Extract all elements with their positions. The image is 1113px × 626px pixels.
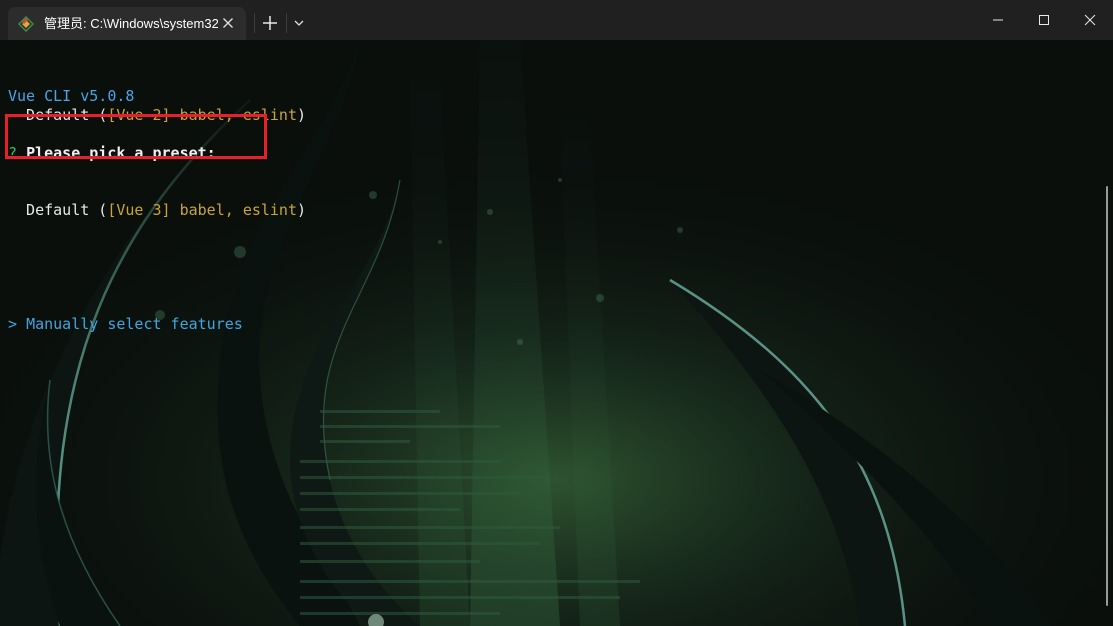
preset-option-vue3[interactable]: Default ([Vue 3] babel, eslint) <box>8 201 306 220</box>
scrollbar[interactable] <box>1106 186 1108 606</box>
toolbar-divider <box>286 13 287 33</box>
close-icon[interactable] <box>220 15 236 31</box>
terminal-window: 管理员: C:\Windows\system32\cmd.exe <box>0 0 1113 626</box>
preset-option-manual[interactable]: > Manually select features <box>8 315 306 334</box>
highlight-annotation-box <box>5 114 267 159</box>
tab-divider <box>254 13 255 33</box>
cli-version: Vue CLI v5.0.8 <box>8 87 135 105</box>
tab-active[interactable]: 管理员: C:\Windows\system32\cmd.exe <box>8 7 246 40</box>
window-close-icon[interactable] <box>1067 0 1113 40</box>
terminal-app-icon <box>18 16 34 32</box>
plus-icon[interactable] <box>258 11 282 35</box>
title-bar: 管理员: C:\Windows\system32\cmd.exe <box>0 0 1113 40</box>
tab-title: 管理员: C:\Windows\system32\cmd.exe <box>44 16 218 31</box>
chevron-down-icon[interactable] <box>290 13 308 33</box>
minimize-icon[interactable] <box>975 0 1021 40</box>
terminal-output: Vue CLI v5.0.8 ? Please pick a preset: D… <box>8 49 306 372</box>
maximize-icon[interactable] <box>1021 0 1067 40</box>
